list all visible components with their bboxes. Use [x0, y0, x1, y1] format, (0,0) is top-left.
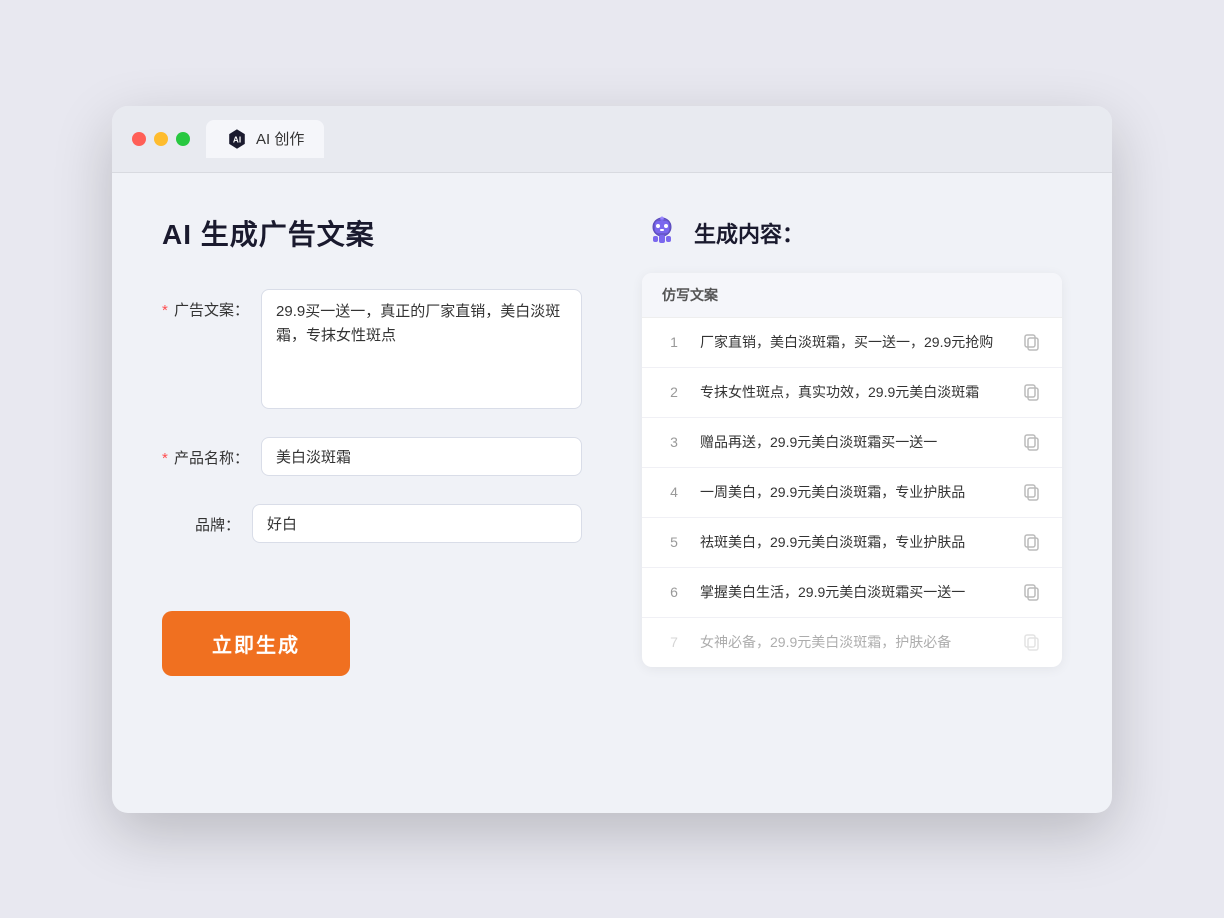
- table-row: 6 掌握美白生活，29.9元美白淡斑霜买一送一: [642, 568, 1062, 618]
- row-number: 2: [662, 384, 686, 400]
- brand-input[interactable]: [252, 504, 582, 543]
- result-header: 生成内容：: [642, 213, 1062, 253]
- table-row: 2 专抹女性斑点，真实功效，29.9元美白淡斑霜: [642, 368, 1062, 418]
- table-row: 4 一周美白，29.9元美白淡斑霜，专业护肤品: [642, 468, 1062, 518]
- copy-icon[interactable]: [1022, 632, 1042, 652]
- copy-icon[interactable]: [1022, 482, 1042, 502]
- tab-label: AI 创作: [256, 128, 304, 149]
- row-number: 1: [662, 334, 686, 350]
- row-text: 祛斑美白，29.9元美白淡斑霜，专业护肤品: [700, 532, 1008, 553]
- product-name-input[interactable]: [261, 437, 582, 476]
- right-panel: 生成内容： 仿写文案 1 厂家直销，美白淡斑霜，买一送一，29.9元抢购 2: [642, 213, 1062, 773]
- ai-tab[interactable]: AI AI 创作: [206, 120, 324, 158]
- minimize-button[interactable]: [154, 132, 168, 146]
- row-text: 掌握美白生活，29.9元美白淡斑霜买一送一: [700, 582, 1008, 603]
- copy-icon[interactable]: [1022, 382, 1042, 402]
- table-row: 1 厂家直销，美白淡斑霜，买一送一，29.9元抢购: [642, 318, 1062, 368]
- traffic-lights: [132, 132, 190, 146]
- ad-copy-label: * 广告文案：: [162, 289, 261, 320]
- brand-group: 品牌：: [162, 504, 582, 543]
- product-name-label: * 产品名称：: [162, 437, 261, 468]
- result-table: 仿写文案 1 厂家直销，美白淡斑霜，买一送一，29.9元抢购 2 专抹女性斑点，…: [642, 273, 1062, 667]
- copy-icon[interactable]: [1022, 582, 1042, 602]
- browser-window: AI AI 创作 AI 生成广告文案 * 广告文案： 29.9买一送一，真正的厂…: [112, 106, 1112, 813]
- ad-copy-group: * 广告文案： 29.9买一送一，真正的厂家直销，美白淡斑霜，专抹女性斑点: [162, 289, 582, 409]
- row-number: 3: [662, 434, 686, 450]
- copy-icon[interactable]: [1022, 532, 1042, 552]
- required-star-2: *: [162, 450, 168, 467]
- table-row: 7 女神必备，29.9元美白淡斑霜，护肤必备: [642, 618, 1062, 667]
- svg-text:AI: AI: [233, 135, 241, 144]
- row-number: 5: [662, 534, 686, 550]
- copy-icon[interactable]: [1022, 432, 1042, 452]
- row-text: 一周美白，29.9元美白淡斑霜，专业护肤品: [700, 482, 1008, 503]
- table-header: 仿写文案: [642, 273, 1062, 318]
- row-number: 4: [662, 484, 686, 500]
- ad-copy-input[interactable]: 29.9买一送一，真正的厂家直销，美白淡斑霜，专抹女性斑点: [261, 289, 582, 409]
- close-button[interactable]: [132, 132, 146, 146]
- result-title: 生成内容：: [694, 217, 804, 249]
- generate-button[interactable]: 立即生成: [162, 611, 350, 676]
- copy-icon[interactable]: [1022, 332, 1042, 352]
- titlebar: AI AI 创作: [112, 106, 1112, 173]
- row-number: 7: [662, 634, 686, 650]
- table-row: 5 祛斑美白，29.9元美白淡斑霜，专业护肤品: [642, 518, 1062, 568]
- page-title: AI 生成广告文案: [162, 213, 582, 253]
- row-number: 6: [662, 584, 686, 600]
- maximize-button[interactable]: [176, 132, 190, 146]
- row-text: 女神必备，29.9元美白淡斑霜，护肤必备: [700, 632, 1008, 653]
- robot-icon: [642, 213, 682, 253]
- row-text: 赠品再送，29.9元美白淡斑霜买一送一: [700, 432, 1008, 453]
- content-area: AI 生成广告文案 * 广告文案： 29.9买一送一，真正的厂家直销，美白淡斑霜…: [112, 173, 1112, 813]
- table-row: 3 赠品再送，29.9元美白淡斑霜买一送一: [642, 418, 1062, 468]
- ai-tab-icon: AI: [226, 128, 248, 150]
- brand-label: 品牌：: [162, 504, 252, 535]
- product-name-group: * 产品名称：: [162, 437, 582, 476]
- row-text: 专抹女性斑点，真实功效，29.9元美白淡斑霜: [700, 382, 1008, 403]
- required-star-1: *: [162, 302, 168, 319]
- row-text: 厂家直销，美白淡斑霜，买一送一，29.9元抢购: [700, 332, 1008, 353]
- left-panel: AI 生成广告文案 * 广告文案： 29.9买一送一，真正的厂家直销，美白淡斑霜…: [162, 213, 582, 773]
